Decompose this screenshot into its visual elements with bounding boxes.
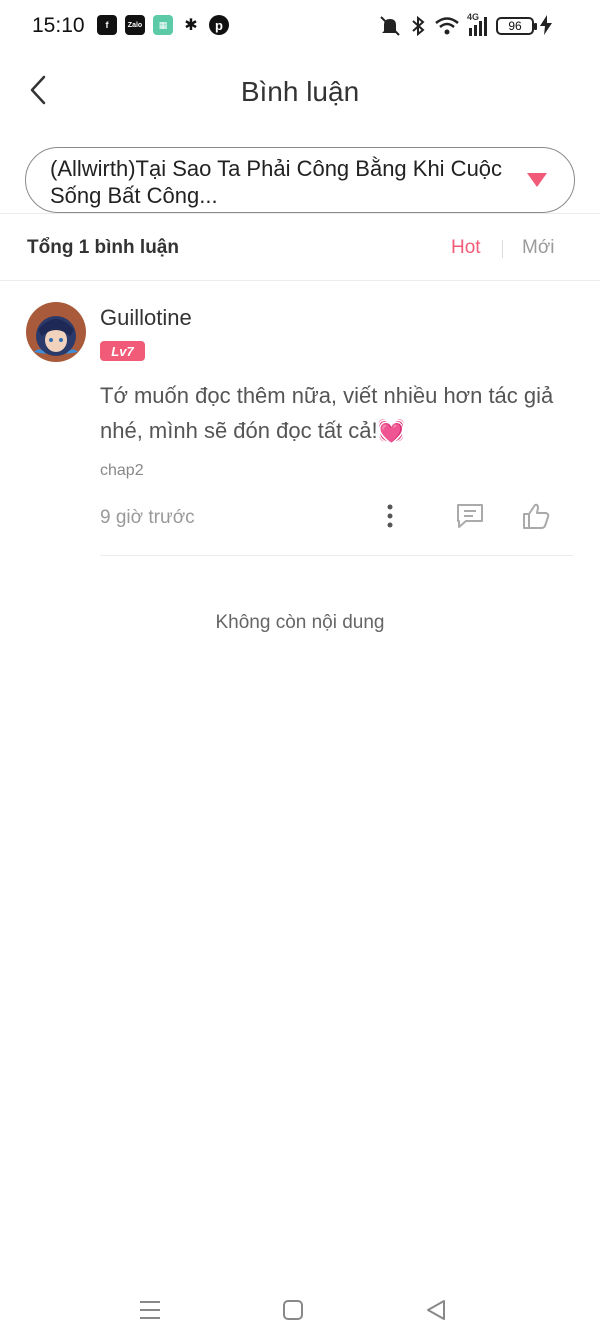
calculator-icon: ▦ <box>153 15 173 35</box>
notification-icons: f Zalo ▦ ✱ p <box>97 15 229 35</box>
avatar-image <box>26 302 86 362</box>
sort-new-tab[interactable]: Mới <box>522 237 555 259</box>
battery-icon: 96 <box>496 17 537 35</box>
comment-chapter-tag: chap2 <box>100 462 144 479</box>
battery-level: 96 <box>508 19 522 33</box>
zalo-icon: Zalo <box>125 15 145 35</box>
sort-separator <box>502 240 503 258</box>
network-label: 4G <box>467 12 480 22</box>
divider <box>100 555 573 556</box>
signal-icon: 4G <box>467 12 487 36</box>
avatar[interactable] <box>26 302 86 362</box>
like-button[interactable] <box>518 499 554 533</box>
facebook-icon: f <box>97 15 117 35</box>
mute-icon <box>380 16 400 36</box>
menu-icon <box>140 1301 160 1319</box>
square-icon <box>283 1300 303 1320</box>
more-vertical-icon <box>387 504 393 528</box>
triangle-left-icon <box>427 1300 445 1320</box>
status-time: 15:10 <box>32 14 85 37</box>
menu-button[interactable] <box>135 1297 165 1323</box>
sort-hot-tab[interactable]: Hot <box>451 237 481 259</box>
bug-icon: ✱ <box>184 17 198 34</box>
chapter-selector-value: (Allwirth)Tại Sao Ta Phải Công Bằng Khi … <box>50 156 503 208</box>
bluetooth-icon <box>412 15 425 37</box>
back-nav-button[interactable] <box>421 1297 451 1323</box>
end-of-list-message: Không còn nội dung <box>215 612 385 633</box>
level-badge: Lv7 <box>100 341 145 361</box>
system-nav-bar <box>0 1273 600 1343</box>
comment-text: Tớ muốn đọc thêm nữa, viết nhiều hơn tác… <box>100 383 554 443</box>
home-button[interactable] <box>278 1297 308 1323</box>
comment-count: Tổng 1 bình luận <box>27 237 179 258</box>
divider <box>0 213 600 214</box>
chapter-selector[interactable]: (Allwirth)Tại Sao Ta Phải Công Bằng Khi … <box>25 147 575 213</box>
status-bar: 15:10 f Zalo ▦ ✱ p 4G 96 <box>0 0 600 54</box>
triangle-down-icon <box>527 173 547 187</box>
thumbs-up-icon <box>523 503 550 529</box>
reply-button[interactable] <box>452 499 488 533</box>
page-title: Bình luận <box>240 76 360 107</box>
pinterest-icon: p <box>209 15 229 35</box>
comment-username[interactable]: Guillotine <box>100 305 192 331</box>
wifi-icon <box>435 17 459 35</box>
comment-time: 9 giờ trước <box>100 507 195 528</box>
divider <box>0 280 600 281</box>
more-options-button[interactable] <box>378 499 402 533</box>
charging-icon <box>540 15 552 35</box>
reply-icon <box>457 504 483 528</box>
header: Bình luận <box>0 54 600 130</box>
